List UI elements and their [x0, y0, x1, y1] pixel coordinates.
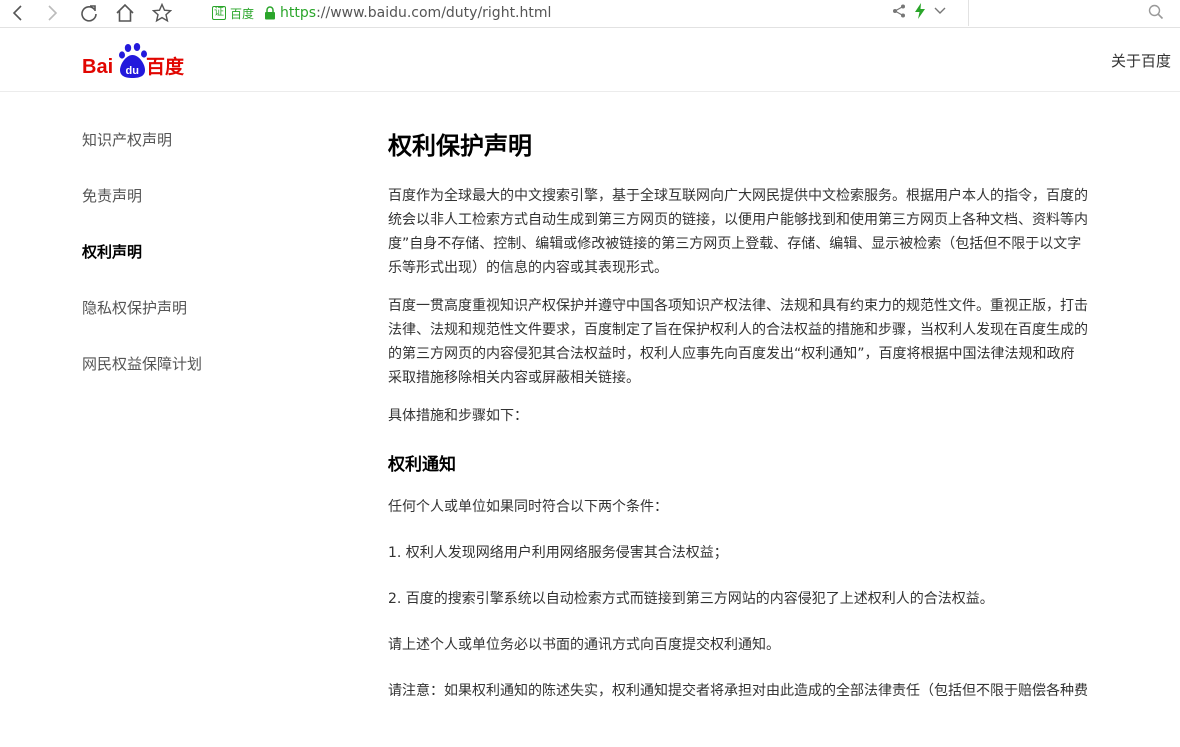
sidebar-item-privacy-statement[interactable]: 隐私权保护声明: [82, 296, 302, 352]
paragraph-line: 统会以非人工检索方式自动生成到第三方网页的链接，以便用户能够找到和使用第三方网页…: [388, 212, 1088, 228]
paragraph-ip-protection: 百度一贯高度重视知识产权保护并遵守中国各项知识产权法律、法规和具有约束力的规范性…: [388, 294, 1180, 390]
condition-item-1: 1. 权利人发现网络用户利用网络服务侵害其合法权益；: [388, 545, 728, 561]
main-content: 权利保护声明 百度作为全球最大的中文搜索引擎，基于全球互联网向广大网民提供中文检…: [388, 126, 1180, 717]
paragraph-line: 的第三方网页的内容侵犯其合法权益时，权利人应事先向百度发出“权利通知”，百度将根…: [388, 346, 1075, 362]
search-icon[interactable]: [1148, 4, 1164, 20]
paragraph-note: 请注意：如果权利通知的陈述失实，权利通知提交者将承担对由此造成的全部法律责任（包…: [388, 683, 1088, 699]
star-icon: [152, 3, 172, 23]
share-icon[interactable]: [892, 4, 906, 18]
svg-text:百度: 百度: [146, 55, 185, 78]
reload-icon: [81, 5, 97, 22]
paragraph-intro: 百度作为全球最大的中文搜索引擎，基于全球互联网向广大网民提供中文检索服务。根据用…: [388, 184, 1180, 280]
certificate-icon: 证: [212, 6, 226, 20]
paragraph-line: 法律、法规和规范性文件要求，百度制定了旨在保护权利人的合法权益的措施和步骤，当权…: [388, 322, 1088, 338]
sidebar-nav: 知识产权声明 免责声明 权利声明 隐私权保护声明 网民权益保障计划: [82, 128, 302, 408]
home-button[interactable]: [113, 2, 137, 24]
chevron-down-icon[interactable]: [934, 6, 946, 16]
site-header: du Bai 百度 关于百度: [0, 28, 1180, 92]
back-button[interactable]: [6, 2, 30, 24]
page-title: 权利保护声明: [388, 132, 532, 160]
baidu-logo[interactable]: du Bai 百度: [82, 42, 202, 82]
condition-item-2: 2. 百度的搜索引擎系统以自动检索方式而链接到第三方网站的内容侵犯了上述权利人的…: [388, 591, 994, 607]
sidebar-item-disclaimer[interactable]: 免责声明: [82, 184, 302, 240]
sidebar-item-ip-statement[interactable]: 知识产权声明: [82, 128, 302, 184]
url-scheme: https: [280, 5, 317, 21]
svg-text:Bai: Bai: [82, 56, 113, 78]
address-bar[interactable]: 证 百度 https://www.baidu.com/duty/right.ht…: [196, 1, 966, 25]
section-title-rights-notice: 权利通知: [388, 455, 456, 475]
forward-arrow-icon: [48, 5, 58, 21]
paragraph-line: 乐等形式出现）的信息的内容或其表现形式。: [388, 260, 668, 276]
back-arrow-icon: [12, 5, 22, 21]
sidebar-item-user-rights-plan[interactable]: 网民权益保障计划: [82, 352, 302, 408]
svg-text:du: du: [126, 65, 139, 77]
certificate-site: 百度: [230, 6, 255, 21]
bookmark-button[interactable]: [150, 2, 174, 24]
reload-button[interactable]: [77, 2, 101, 24]
sidebar-item-rights-statement[interactable]: 权利声明: [82, 240, 302, 296]
paragraph-conditions: 任何个人或单位如果同时符合以下两个条件：: [388, 499, 668, 515]
url-text: ://www.baidu.com/duty/right.html: [316, 5, 552, 21]
paragraph-line: 百度一贯高度重视知识产权保护并遵守中国各项知识产权法律、法规和具有约束力的规范性…: [388, 298, 1088, 314]
home-icon: [116, 3, 134, 22]
paragraph-line: 采取措施移除相关内容或屏蔽相关链接。: [388, 370, 640, 386]
paragraph-submit-notice: 请上述个人或单位务必以书面的通讯方式向百度提交权利通知。: [388, 637, 780, 653]
browser-toolbar: 证 百度 https://www.baidu.com/duty/right.ht…: [0, 0, 1180, 28]
lock-icon: [265, 6, 276, 20]
browser-search-input[interactable]: [968, 0, 1180, 26]
about-baidu-link[interactable]: 关于百度: [1111, 50, 1171, 71]
certificate-badge[interactable]: 证 百度: [212, 5, 254, 22]
paragraph-line: 百度作为全球最大的中文搜索引擎，基于全球互联网向广大网民提供中文检索服务。根据用…: [388, 188, 1088, 204]
paragraph-line: 度”自身不存储、控制、编辑或修改被链接的第三方网页上登载、存储、编辑、显示被检索…: [388, 236, 1082, 252]
paragraph-steps-intro: 具体措施和步骤如下：: [388, 408, 528, 424]
forward-button[interactable]: [40, 2, 64, 24]
lightning-icon[interactable]: [914, 3, 926, 19]
